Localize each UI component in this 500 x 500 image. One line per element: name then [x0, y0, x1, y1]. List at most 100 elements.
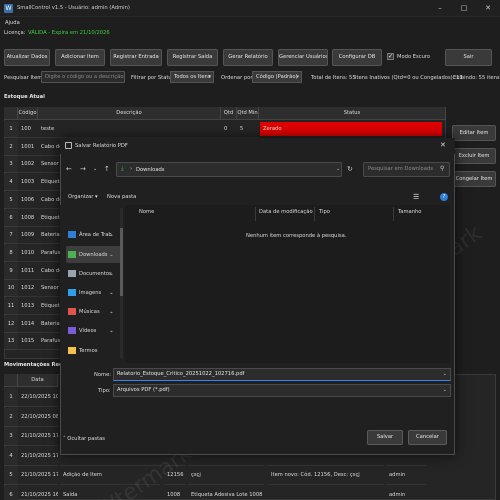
add-item-button[interactable]: Adicionar Item: [55, 49, 105, 66]
cell-code[interactable]: 100: [18, 121, 38, 138]
mov-cell-date[interactable]: 21/10/2025 16:55: [18, 486, 58, 500]
row-number[interactable]: 3: [4, 156, 18, 174]
pin-icon[interactable]: ⌖: [110, 291, 113, 297]
cancel-button[interactable]: Cancelar: [408, 430, 447, 445]
mov-cell-type[interactable]: Saída: [60, 486, 160, 500]
mov-row-number[interactable]: 2: [4, 407, 18, 427]
register-entry-button[interactable]: Registrar Entrada: [110, 49, 162, 66]
sort-select[interactable]: Código (Padrão) ▾: [252, 71, 302, 83]
filetype-select[interactable]: Arquivos PDF (*.pdf) ⌄: [113, 384, 451, 397]
mov-header-date[interactable]: Data: [18, 374, 58, 387]
cell-code[interactable]: 1001: [18, 139, 38, 156]
refresh-icon[interactable]: ↻: [347, 165, 353, 173]
column-type[interactable]: Tipo: [319, 209, 330, 215]
recent-chevron-icon[interactable]: ⌄: [93, 166, 97, 172]
chevron-down-icon[interactable]: ⌄: [443, 369, 447, 380]
header-status[interactable]: Status: [259, 107, 446, 120]
dialog-close-icon[interactable]: ✕: [440, 141, 446, 149]
row-number[interactable]: 7: [4, 227, 18, 245]
folder-search-input[interactable]: Pesquisar em Downloads: [363, 162, 450, 177]
nav-item-videos[interactable]: Vídeos: [68, 324, 96, 339]
mov-cell-user[interactable]: admin: [386, 466, 426, 485]
mov-row-number[interactable]: 3: [4, 427, 18, 446]
cell-code[interactable]: 1003: [18, 174, 38, 192]
pin-icon[interactable]: ⌖: [110, 272, 113, 278]
header-code[interactable]: Código: [18, 107, 38, 120]
nav-item-images[interactable]: Imagens: [68, 286, 101, 301]
nav-item-folder[interactable]: Termos: [68, 344, 97, 359]
filename-input[interactable]: Relatorio_Estoque_Critico_20251022_10271…: [113, 368, 451, 381]
cell-code[interactable]: 1014: [18, 316, 38, 333]
mov-cell-date[interactable]: 21/10/2025 17:12: [18, 447, 58, 466]
cell-code[interactable]: 1015: [18, 333, 38, 351]
row-number[interactable]: 13: [4, 333, 18, 351]
search-icon[interactable]: ⚲: [440, 165, 444, 172]
mov-cell-date[interactable]: 21/10/2025 17:12: [18, 466, 58, 485]
mov-cell-date[interactable]: 22/10/2025 08:41: [18, 408, 58, 427]
mov-cell-description[interactable]: Etiqueta Adesiva Lote 1008: [188, 486, 264, 500]
cell-code[interactable]: 1002: [18, 156, 38, 174]
nav-item-documents[interactable]: Documentos: [68, 267, 112, 282]
cell-code[interactable]: 1006: [18, 192, 38, 209]
save-button[interactable]: Salvar: [367, 430, 403, 445]
row-number[interactable]: 12: [4, 315, 18, 333]
manage-users-button[interactable]: Gerenciar Usuários: [278, 49, 328, 66]
forward-arrow-icon[interactable]: →: [80, 165, 86, 173]
close-icon[interactable]: ✕: [476, 0, 500, 17]
organize-button[interactable]: Organizar ▾: [68, 194, 98, 200]
mov-row-number[interactable]: 6: [4, 485, 18, 500]
mov-cell-type[interactable]: Adição de Item: [60, 466, 160, 485]
column-modified[interactable]: Data de modificação: [259, 209, 313, 215]
address-chevron-icon[interactable]: ⌄: [336, 166, 340, 172]
help-icon[interactable]: ?: [440, 193, 448, 201]
mov-cell-date[interactable]: 22/10/2025 10:26: [18, 388, 58, 407]
header-qty-min[interactable]: Qtd Min: [237, 107, 259, 120]
back-arrow-icon[interactable]: ←: [66, 165, 72, 173]
freeze-item-button[interactable]: Congelar Item: [452, 171, 496, 187]
refresh-data-button[interactable]: Atualizar Dados: [4, 49, 50, 66]
search-input[interactable]: Digite o código ou a descrição...: [41, 71, 125, 83]
pin-icon[interactable]: ⌖: [110, 329, 113, 335]
column-name[interactable]: Nome: [139, 209, 154, 215]
breadcrumb-downloads[interactable]: Downloads: [136, 167, 165, 173]
row-number[interactable]: 5: [4, 191, 18, 209]
nav-item-downloads[interactable]: Downloads: [68, 248, 108, 263]
cell-qty[interactable]: 0: [221, 121, 237, 138]
up-arrow-icon[interactable]: ↑: [104, 165, 110, 173]
pin-icon[interactable]: ⌖: [110, 253, 113, 259]
header-qty[interactable]: Qtd: [221, 107, 237, 120]
mov-cell-description[interactable]: çsçj: [188, 466, 264, 485]
cell-code[interactable]: 1013: [18, 298, 38, 315]
column-size[interactable]: Tamanho: [398, 209, 421, 215]
cell-code[interactable]: 1012: [18, 280, 38, 298]
nav-scrollbar-thumb[interactable]: [120, 228, 123, 296]
cell-code[interactable]: 1009: [18, 227, 38, 245]
configure-db-button[interactable]: Configurar DB: [332, 49, 382, 66]
mov-cell-notes[interactable]: Item novo: Cód. 12156, Desc: çsçj: [268, 466, 384, 485]
row-number[interactable]: 2: [4, 138, 18, 156]
minimize-icon[interactable]: –: [428, 0, 452, 17]
mov-cell-date[interactable]: 21/10/2025 17:12: [18, 427, 58, 446]
nav-item-music[interactable]: Músicas: [68, 305, 100, 320]
pin-icon[interactable]: ⌖: [110, 233, 113, 239]
mov-cell-code[interactable]: 1008: [164, 486, 186, 500]
nav-item-desktop[interactable]: Área de Trab: [68, 228, 112, 243]
exit-button[interactable]: Sair: [445, 49, 492, 66]
new-folder-button[interactable]: Nova pasta: [107, 194, 136, 200]
dark-mode-checkbox[interactable]: ✓: [387, 53, 394, 60]
generate-report-button[interactable]: Gerar Relatório: [223, 49, 273, 66]
cell-code[interactable]: 1011: [18, 263, 38, 280]
row-number[interactable]: 6: [4, 209, 18, 227]
header-description[interactable]: Descrição: [38, 107, 221, 120]
row-number[interactable]: 10: [4, 280, 18, 298]
row-number[interactable]: 8: [4, 244, 18, 262]
cell-qty-min[interactable]: 5: [237, 121, 259, 138]
edit-item-button[interactable]: Editar Item: [452, 125, 496, 141]
file-list[interactable]: [125, 205, 450, 363]
mov-cell-code[interactable]: 12156: [164, 466, 186, 485]
delete-item-button[interactable]: Excluir Item: [452, 148, 496, 164]
view-options-icon[interactable]: ☰: [413, 193, 419, 201]
row-number[interactable]: 4: [4, 174, 18, 192]
row-number[interactable]: 1: [4, 121, 18, 138]
menu-ajuda[interactable]: Ajuda: [5, 20, 20, 26]
